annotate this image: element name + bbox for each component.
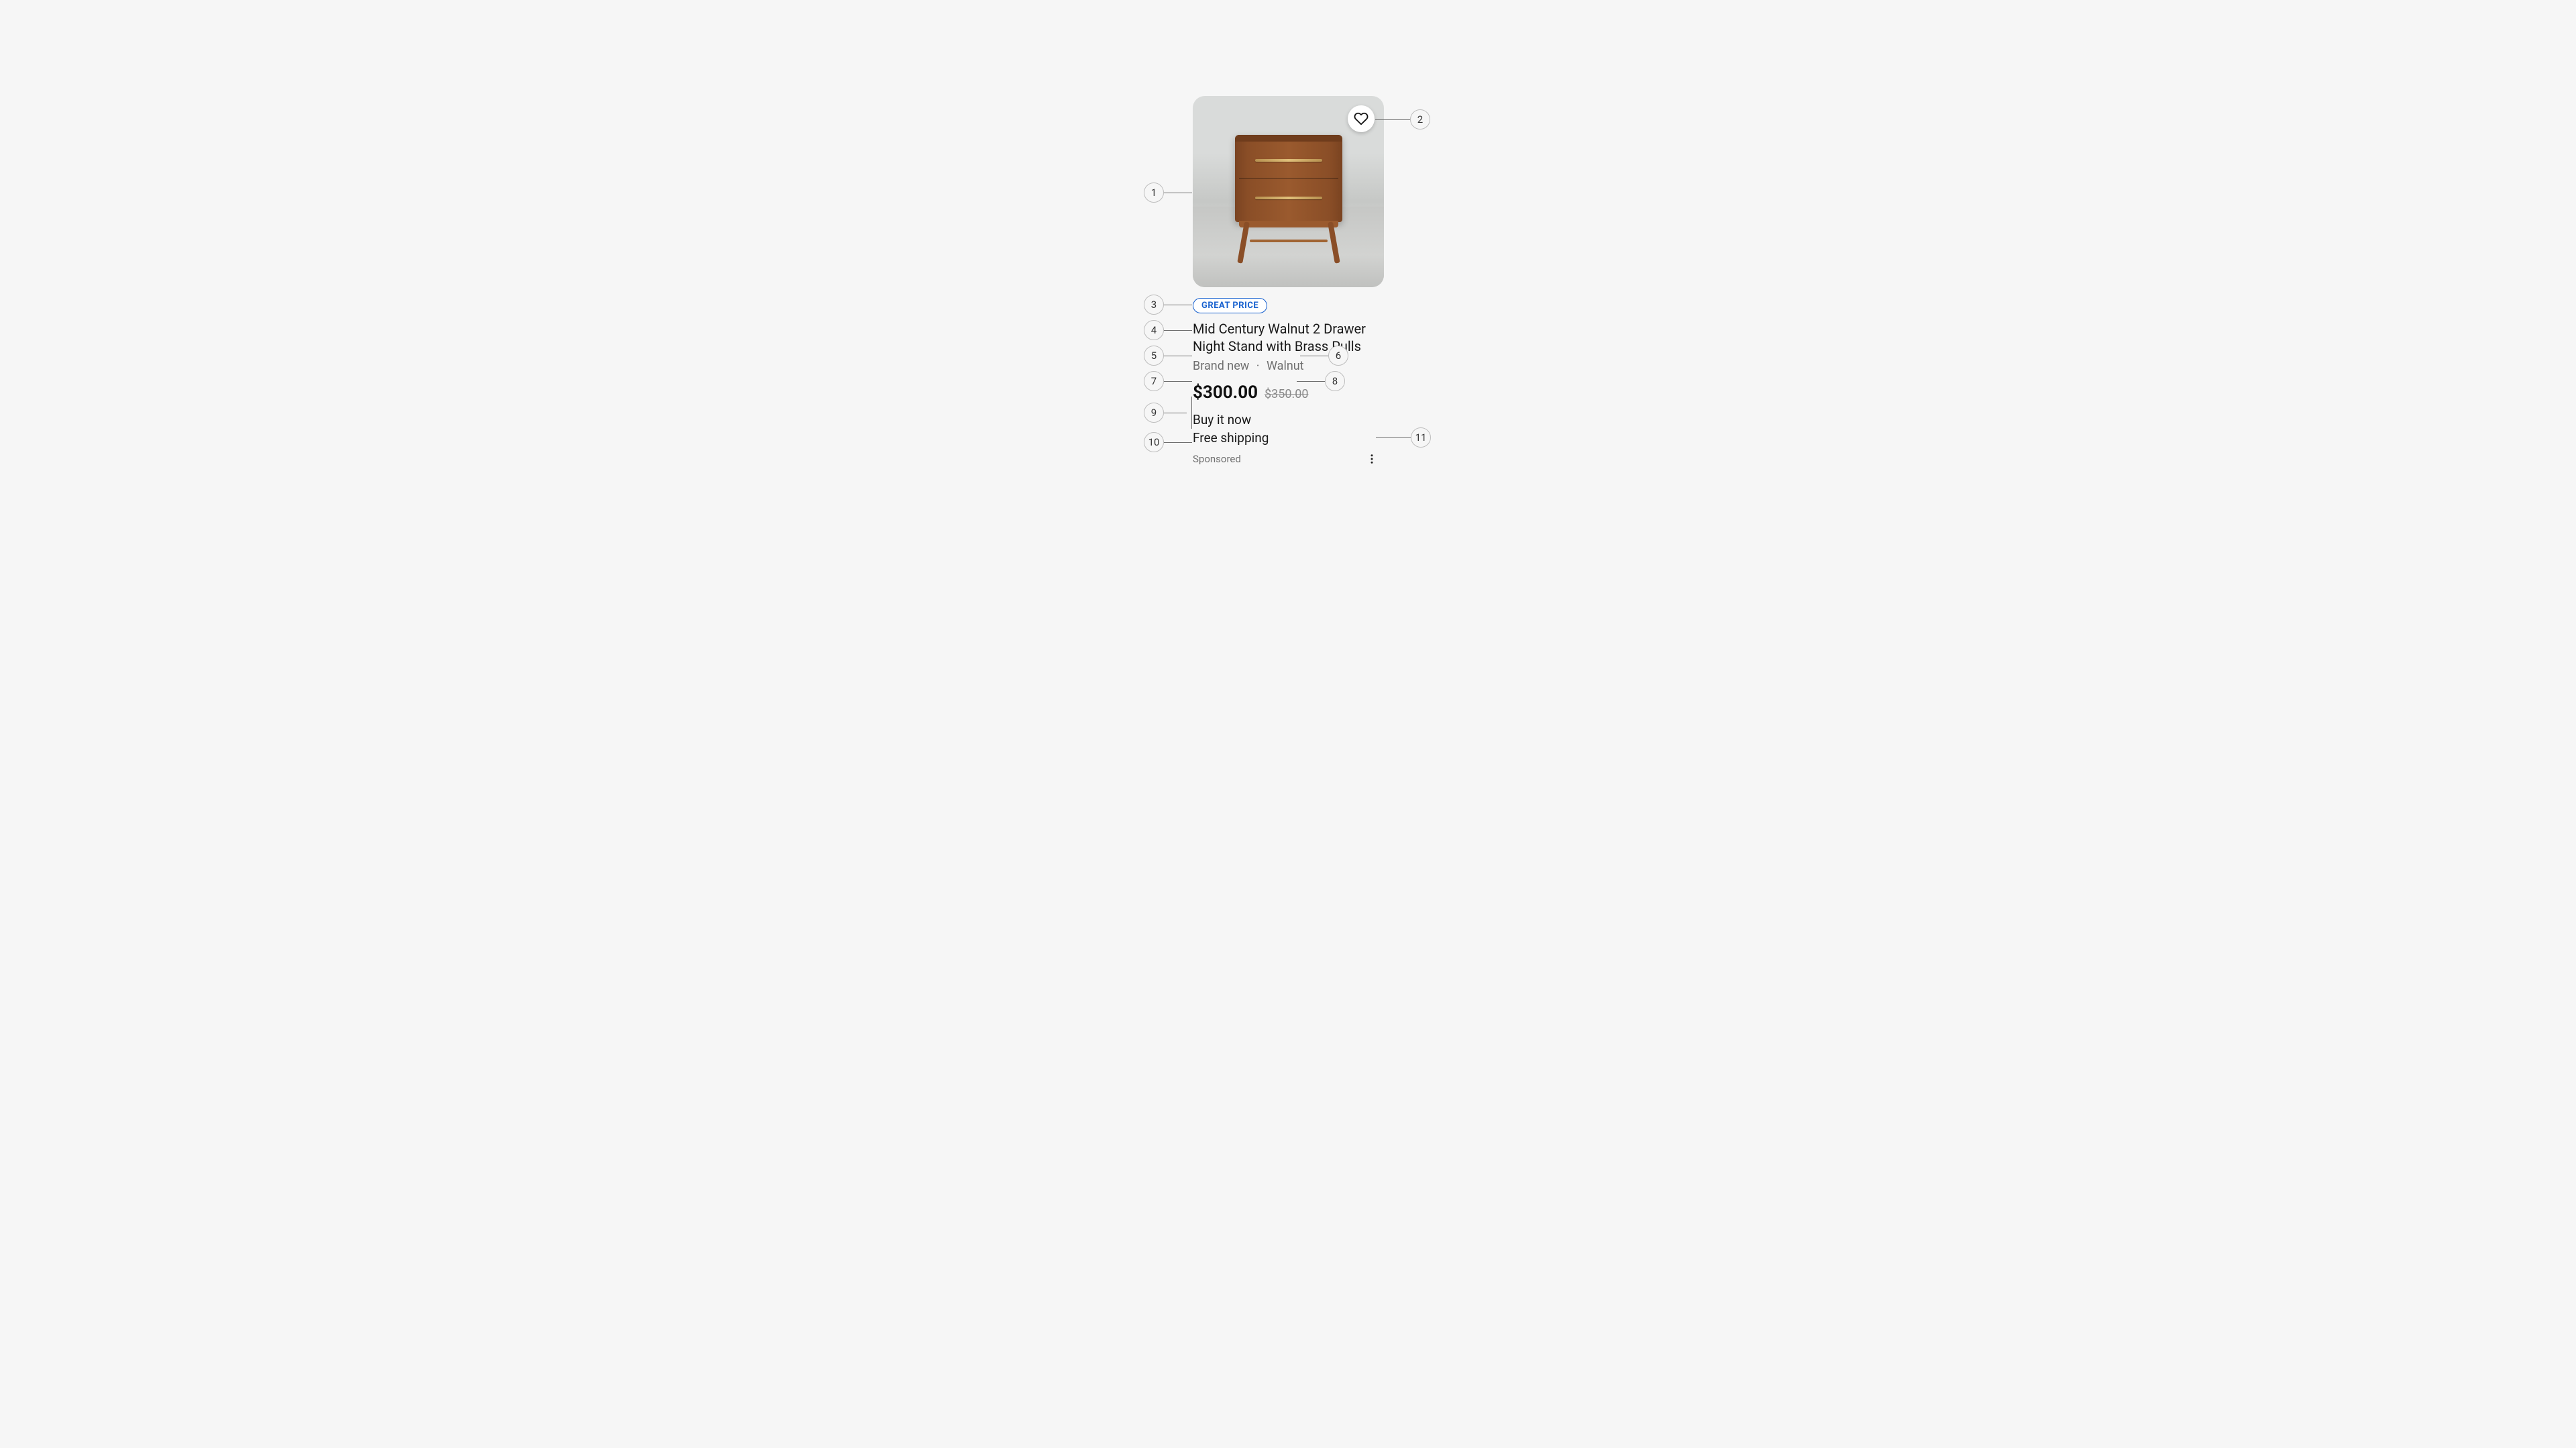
shipping-text: Free shipping — [1193, 430, 1384, 446]
heart-icon — [1354, 111, 1368, 126]
favorite-button[interactable] — [1348, 105, 1375, 132]
title-line-2: Night Stand with Brass Pulls — [1193, 338, 1361, 354]
purchase-option: Buy it now — [1193, 412, 1384, 427]
nightstand-illustration — [1235, 135, 1342, 262]
dots-vertical-icon — [1366, 453, 1378, 465]
annotation-5: 5 — [1144, 346, 1192, 366]
separator-dot: · — [1252, 359, 1264, 373]
annotation-10: 10 — [1144, 432, 1192, 452]
annotation-1: 1 — [1144, 183, 1192, 203]
sponsored-label: Sponsored — [1193, 453, 1241, 465]
annotation-4: 4 — [1144, 320, 1192, 340]
annotation-7: 7 — [1144, 371, 1192, 391]
aspect-text: Walnut — [1267, 359, 1304, 373]
original-price: $350.00 — [1265, 387, 1308, 401]
title-line-1: Mid Century Walnut 2 Drawer — [1193, 321, 1366, 337]
annotation-9: 9 — [1144, 403, 1187, 423]
price: $300.00 — [1193, 382, 1258, 403]
product-image[interactable] — [1193, 96, 1384, 287]
diagram-stage: GREAT PRICE Mid Century Walnut 2 Drawer … — [800, 0, 1776, 548]
condition-text: Brand new — [1193, 359, 1249, 373]
subheader: Brand new · Walnut — [1193, 359, 1384, 373]
annotation-11: 11 — [1376, 427, 1431, 448]
product-card: GREAT PRICE Mid Century Walnut 2 Drawer … — [1193, 96, 1384, 470]
annotation-3: 3 — [1144, 295, 1192, 315]
more-options-button[interactable] — [1362, 450, 1381, 468]
detail-lines: Buy it now Free shipping — [1193, 412, 1384, 446]
price-badge: GREAT PRICE — [1193, 298, 1267, 313]
product-title[interactable]: Mid Century Walnut 2 Drawer Night Stand … — [1193, 320, 1384, 355]
